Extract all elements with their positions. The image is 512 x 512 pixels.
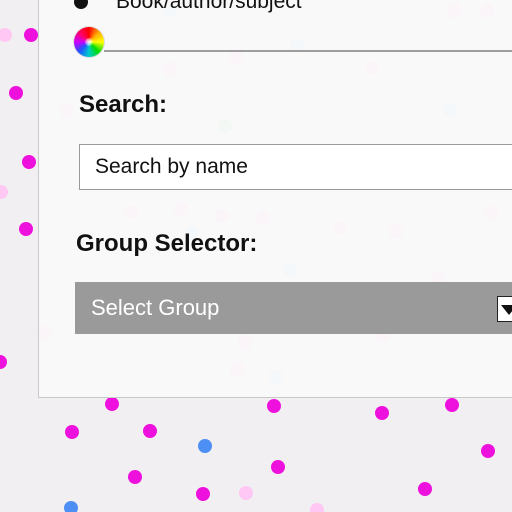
background-dot — [418, 482, 432, 496]
background-dot — [481, 444, 495, 458]
color-picker-option[interactable] — [74, 27, 104, 57]
background-dot — [271, 460, 285, 474]
color-wheel-icon[interactable] — [74, 27, 104, 57]
background-dot — [198, 439, 212, 453]
search-heading: Search: — [79, 91, 168, 118]
background-dot — [64, 501, 78, 512]
background-dot — [65, 425, 79, 439]
background-dot — [310, 503, 324, 512]
background-dot — [9, 86, 23, 100]
filter-panel — [38, 0, 512, 398]
background-dot — [143, 424, 157, 438]
chevron-down-icon[interactable] — [497, 296, 512, 322]
color-picker-line — [104, 50, 512, 52]
search-input[interactable] — [79, 144, 512, 190]
background-dot — [22, 155, 36, 169]
radio-selected-icon[interactable] — [74, 0, 88, 9]
radio-option-label: Book/author/subject — [116, 0, 302, 13]
background-dot — [24, 28, 38, 42]
group-selector-heading: Group Selector: — [76, 230, 258, 257]
group-select-dropdown[interactable]: Select Group — [75, 282, 512, 334]
background-dot — [19, 222, 33, 236]
background-dot — [128, 470, 142, 484]
radio-option-book-author-subject[interactable]: Book/author/subject — [74, 0, 302, 14]
group-select-value: Select Group — [91, 295, 220, 320]
background-dot — [375, 406, 389, 420]
background-dot — [0, 355, 7, 369]
background-dot — [267, 399, 281, 413]
page: Book/author/subject Search: Group Select… — [0, 0, 512, 512]
background-dot — [0, 185, 8, 199]
background-dot — [239, 486, 253, 500]
background-dot — [105, 397, 119, 411]
background-dot — [0, 28, 12, 42]
background-dot — [445, 398, 459, 412]
background-dot — [196, 487, 210, 501]
